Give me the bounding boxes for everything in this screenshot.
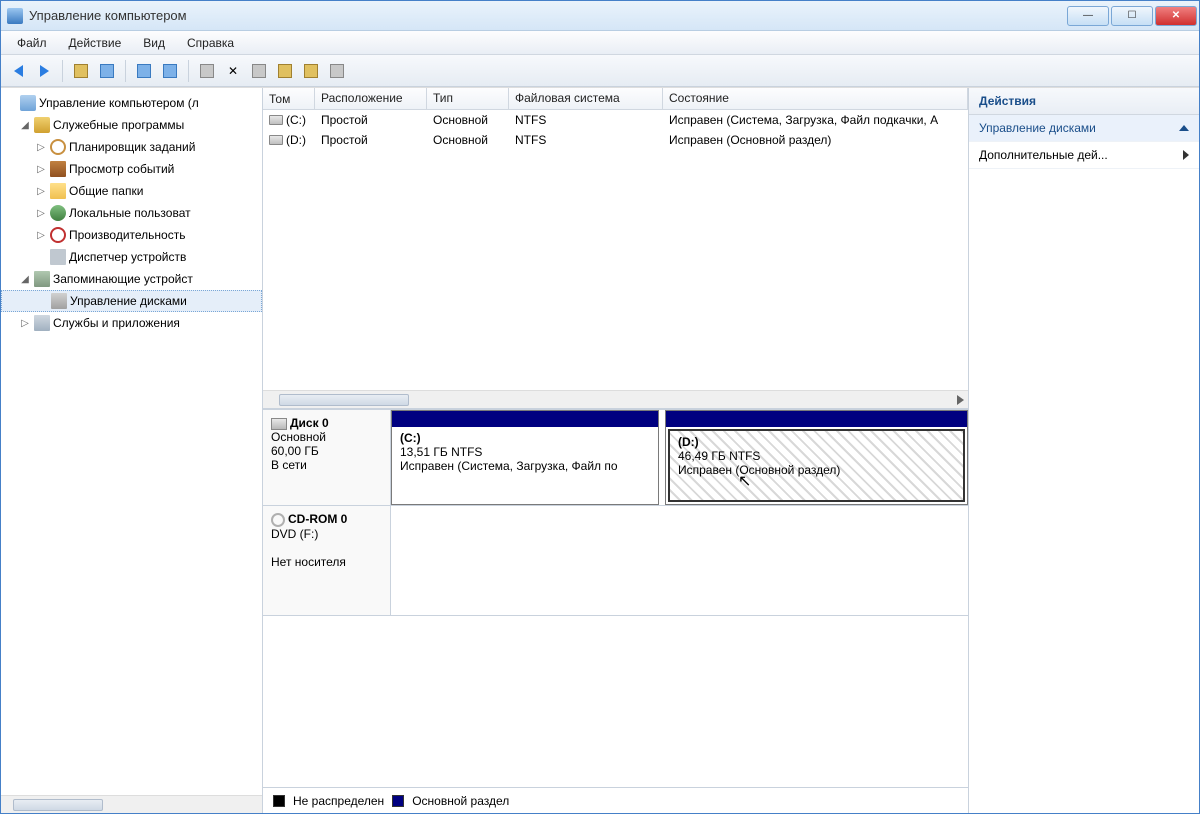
partition-d[interactable]: (D:) 46,49 ГБ NTFS Исправен (Основной ра… [665, 410, 968, 505]
app-icon [7, 8, 23, 24]
delete-button[interactable]: ✕ [222, 60, 244, 82]
tree-services[interactable]: ▷Службы и приложения [1, 312, 262, 334]
toolbar-btn-1[interactable] [70, 60, 92, 82]
tree-shared-folders[interactable]: ▷Общие папки [1, 180, 262, 202]
col-volume[interactable]: Том [263, 88, 315, 109]
refresh-button[interactable] [196, 60, 218, 82]
menu-view[interactable]: Вид [133, 33, 175, 53]
col-status[interactable]: Состояние [663, 88, 968, 109]
tree-local-users[interactable]: ▷Локальные пользоват [1, 202, 262, 224]
forward-button[interactable] [33, 60, 55, 82]
zoom-icon [304, 64, 318, 78]
maximize-button[interactable]: ☐ [1111, 6, 1153, 26]
panel-icon [100, 64, 114, 78]
help-icon [137, 64, 151, 78]
grid-icon [163, 64, 177, 78]
volume-header: Том Расположение Тип Файловая система Со… [263, 88, 968, 110]
navigation-tree: Управление компьютером (л ◢Служебные про… [1, 88, 263, 813]
legend: Не распределен Основной раздел [263, 787, 968, 813]
menu-help[interactable]: Справка [177, 33, 244, 53]
cdrom-row: CD-ROM 0 DVD (F:) Нет носителя [263, 506, 968, 616]
legend-unallocated-swatch [273, 795, 285, 807]
disk0-row: Диск 0 Основной 60,00 ГБ В сети (C:) 13,… [263, 410, 968, 506]
clock-icon [50, 139, 66, 155]
volume-hscrollbar[interactable] [263, 390, 968, 408]
tree-system-tools[interactable]: ◢Служебные программы [1, 114, 262, 136]
toolbar-btn-8[interactable] [274, 60, 296, 82]
users-icon [50, 205, 66, 221]
close-button[interactable]: ✕ [1155, 6, 1197, 26]
tree-event-viewer[interactable]: ▷Просмотр событий [1, 158, 262, 180]
toolbar-btn-2[interactable] [96, 60, 118, 82]
hdd-icon [271, 418, 287, 430]
cdrom-label[interactable]: CD-ROM 0 DVD (F:) Нет носителя [263, 506, 391, 615]
action-disk-mgmt[interactable]: Управление дисками [969, 115, 1199, 142]
back-button[interactable] [7, 60, 29, 82]
menubar: Файл Действие Вид Справка [1, 31, 1199, 55]
list-icon [252, 64, 266, 78]
tree-scheduler[interactable]: ▷Планировщик заданий [1, 136, 262, 158]
help-button[interactable] [133, 60, 155, 82]
tools-icon [34, 117, 50, 133]
open-icon [278, 64, 292, 78]
col-fs[interactable]: Файловая система [509, 88, 663, 109]
toolbar-btn-4[interactable] [159, 60, 181, 82]
storage-icon [34, 271, 50, 287]
perf-icon [50, 227, 66, 243]
menu-file[interactable]: Файл [7, 33, 57, 53]
disk0-label[interactable]: Диск 0 Основной 60,00 ГБ В сети [263, 410, 391, 505]
drive-icon [269, 135, 283, 145]
collapse-icon [1179, 125, 1189, 131]
actions-header: Действия [969, 88, 1199, 115]
partition-c[interactable]: (C:) 13,51 ГБ NTFS Исправен (Система, За… [391, 410, 659, 505]
cdrom-icon [271, 513, 285, 527]
partition-stripe [392, 411, 658, 427]
toolbar-btn-9[interactable] [300, 60, 322, 82]
menu-action[interactable]: Действие [59, 33, 132, 53]
tree-hscrollbar[interactable] [1, 795, 262, 813]
arrow-right-icon [40, 65, 49, 77]
device-icon [50, 249, 66, 265]
volume-list: (C:) Простой Основной NTFS Исправен (Сис… [263, 110, 968, 390]
volume-row-c[interactable]: (C:) Простой Основной NTFS Исправен (Сис… [263, 110, 968, 130]
tree-root-label: Управление компьютером (л [39, 96, 199, 110]
disk-icon [51, 293, 67, 309]
center-panel: Том Расположение Тип Файловая система Со… [263, 88, 969, 813]
event-icon [50, 161, 66, 177]
minimize-button[interactable]: — [1067, 6, 1109, 26]
actions-panel: Действия Управление дисками Дополнительн… [969, 88, 1199, 813]
action-more[interactable]: Дополнительные дей... [969, 142, 1199, 169]
tree-storage[interactable]: ◢Запоминающие устройст [1, 268, 262, 290]
expand-icon [1183, 150, 1189, 160]
computer-icon [20, 95, 36, 111]
titlebar: Управление компьютером — ☐ ✕ [1, 1, 1199, 31]
arrow-left-icon [14, 65, 23, 77]
folder-icon [50, 183, 66, 199]
tree-disk-management[interactable]: Управление дисками [1, 290, 262, 312]
legend-unallocated: Не распределен [293, 794, 384, 808]
refresh-icon [200, 64, 214, 78]
cursor-icon: ↖ [738, 471, 751, 491]
tree-performance[interactable]: ▷Производительность [1, 224, 262, 246]
toolbar-btn-10[interactable] [326, 60, 348, 82]
col-layout[interactable]: Расположение [315, 88, 427, 109]
tree-device-manager[interactable]: Диспетчер устройств [1, 246, 262, 268]
window-title: Управление компьютером [29, 8, 1067, 23]
toolbar: ✕ [1, 55, 1199, 87]
disk-graphical: Диск 0 Основной 60,00 ГБ В сети (C:) 13,… [263, 408, 968, 787]
volume-row-d[interactable]: (D:) Простой Основной NTFS Исправен (Осн… [263, 130, 968, 150]
partition-stripe [666, 411, 967, 427]
x-icon: ✕ [228, 64, 238, 78]
col-type[interactable]: Тип [427, 88, 509, 109]
services-icon [34, 315, 50, 331]
toolbar-btn-7[interactable] [248, 60, 270, 82]
chart-icon [330, 64, 344, 78]
legend-primary-swatch [392, 795, 404, 807]
folder-icon [74, 64, 88, 78]
drive-icon [269, 115, 283, 125]
legend-primary: Основной раздел [412, 794, 509, 808]
tree-root[interactable]: Управление компьютером (л [1, 92, 262, 114]
